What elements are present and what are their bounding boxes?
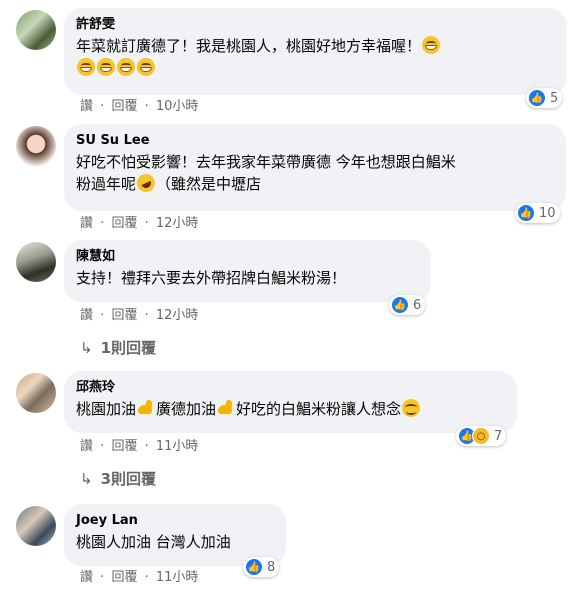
rolling-laughing-emoji: [134, 171, 158, 195]
like-reaction-icon: 👍: [528, 89, 546, 107]
comment-text-line: 粉過年呢: [76, 175, 137, 193]
reply-button[interactable]: 回覆: [111, 216, 137, 231]
comment-text: 桃園人加油 台灣人加油: [76, 533, 231, 551]
reaction-summary[interactable]: 👍 10: [515, 203, 560, 223]
reaction-count: 10: [539, 205, 556, 221]
comment-author[interactable]: Joey Lan: [76, 512, 274, 530]
replies-count: 1則回覆: [100, 339, 157, 357]
reply-button[interactable]: 回覆: [111, 439, 137, 454]
comment-text-line: 好吃的白鯧米粉讓人想念: [236, 400, 402, 418]
comment-author[interactable]: SU Su Lee: [76, 132, 554, 150]
reaction-summary[interactable]: 👍 ○ 7: [456, 426, 507, 446]
comment-text-line: 桃園加油: [76, 400, 137, 418]
grinning-emoji: [137, 58, 155, 76]
comment-actions: 讚 · 回覆 · 11小時: [80, 439, 198, 455]
flexed-biceps-emoji: [217, 399, 235, 417]
separator: ·: [144, 99, 149, 114]
separator: ·: [144, 308, 149, 323]
comment-text: 桃園加油 廣德加油 好吃的白鯧米粉讓人想念: [76, 398, 505, 420]
reaction-summary[interactable]: 👍 6: [389, 295, 426, 315]
comment-bubble: 邱燕玲 桃園加油 廣德加油 好吃的白鯧米粉讓人想念: [64, 371, 517, 433]
reaction-count: 5: [550, 90, 559, 106]
smiling-emoji: [402, 399, 421, 417]
reply-arrow-icon: ↳: [80, 470, 93, 488]
timestamp[interactable]: 11小時: [156, 439, 199, 454]
comment-text: 年菜就訂廣德了！我是桃園人，桃園好地方幸福喔！: [76, 35, 555, 79]
comment-text-line: （雖然是中壢店: [156, 175, 262, 193]
like-button[interactable]: 讚: [80, 570, 93, 585]
comment-text-line: 好吃不怕受影響！去年我家年菜帶廣德 今年也想跟白鯧米: [76, 153, 456, 171]
like-reaction-icon: 👍: [517, 204, 535, 222]
reply-arrow-icon: ↳: [80, 339, 93, 357]
separator: ·: [144, 216, 149, 231]
comment-author[interactable]: 邱燕玲: [76, 379, 505, 397]
comment-author[interactable]: 陳慧如: [76, 248, 419, 266]
separator: ·: [100, 308, 105, 323]
grinning-emoji: [117, 58, 135, 76]
grinning-emoji: [97, 58, 115, 76]
like-button[interactable]: 讚: [80, 308, 93, 323]
like-button[interactable]: 讚: [80, 216, 93, 231]
replies-count: 3則回覆: [100, 470, 157, 488]
reaction-summary[interactable]: 👍 5: [526, 88, 563, 108]
separator: ·: [100, 439, 105, 454]
view-replies-link[interactable]: ↳ 1則回覆: [80, 337, 156, 358]
wow-reaction-icon: ○: [472, 427, 490, 445]
reaction-count: 8: [267, 559, 276, 575]
reaction-count: 7: [494, 428, 503, 444]
comment-text-line: 年菜就訂廣德了！我是桃園人，桃園好地方幸福喔！: [76, 37, 422, 55]
separator: ·: [144, 439, 149, 454]
timestamp[interactable]: 12小時: [156, 308, 199, 323]
avatar[interactable]: [16, 10, 56, 50]
reply-button[interactable]: 回覆: [111, 570, 137, 585]
like-reaction-icon: 👍: [391, 296, 409, 314]
avatar[interactable]: [16, 373, 56, 413]
comment-text: 支持！禮拜六要去外帶招牌白鯧米粉湯！: [76, 269, 347, 287]
comment-actions: 讚 · 回覆 · 12小時: [80, 216, 198, 232]
comment-actions: 讚 · 回覆 · 10小時: [80, 99, 198, 115]
separator: ·: [100, 216, 105, 231]
timestamp[interactable]: 10小時: [156, 99, 199, 114]
comment-bubble: 陳慧如 支持！禮拜六要去外帶招牌白鯧米粉湯！: [64, 240, 431, 302]
timestamp[interactable]: 12小時: [156, 216, 199, 231]
comment-text-line: 廣德加油: [156, 400, 217, 418]
comment-actions: 讚 · 回覆 · 12小時: [80, 308, 198, 324]
separator: ·: [100, 99, 105, 114]
grinning-emoji: [422, 36, 441, 54]
comment-actions: 讚 · 回覆 · 11小時: [80, 570, 198, 586]
grinning-emoji: [77, 58, 95, 76]
reaction-count: 6: [413, 297, 422, 313]
comment-text: 好吃不怕受影響！去年我家年菜帶廣德 今年也想跟白鯧米 粉過年呢 （雖然是中壢店: [76, 151, 554, 195]
avatar[interactable]: [16, 242, 56, 282]
separator: ·: [100, 570, 105, 585]
view-replies-link[interactable]: ↳ 3則回覆: [80, 468, 156, 489]
avatar[interactable]: [16, 126, 56, 166]
timestamp[interactable]: 11小時: [156, 570, 199, 585]
avatar[interactable]: [16, 506, 56, 546]
reply-button[interactable]: 回覆: [111, 99, 137, 114]
comment-bubble: 許舒雯 年菜就訂廣德了！我是桃園人，桃園好地方幸福喔！: [64, 8, 567, 95]
flexed-biceps-emoji: [137, 399, 155, 417]
reaction-summary[interactable]: 👍 8: [243, 557, 280, 577]
like-button[interactable]: 讚: [80, 439, 93, 454]
reply-button[interactable]: 回覆: [111, 308, 137, 323]
comment-bubble: SU Su Lee 好吃不怕受影響！去年我家年菜帶廣德 今年也想跟白鯧米 粉過年呢…: [64, 124, 566, 211]
like-reaction-icon: 👍: [245, 558, 263, 576]
separator: ·: [144, 570, 149, 585]
comment-author[interactable]: 許舒雯: [76, 16, 555, 34]
like-button[interactable]: 讚: [80, 99, 93, 114]
